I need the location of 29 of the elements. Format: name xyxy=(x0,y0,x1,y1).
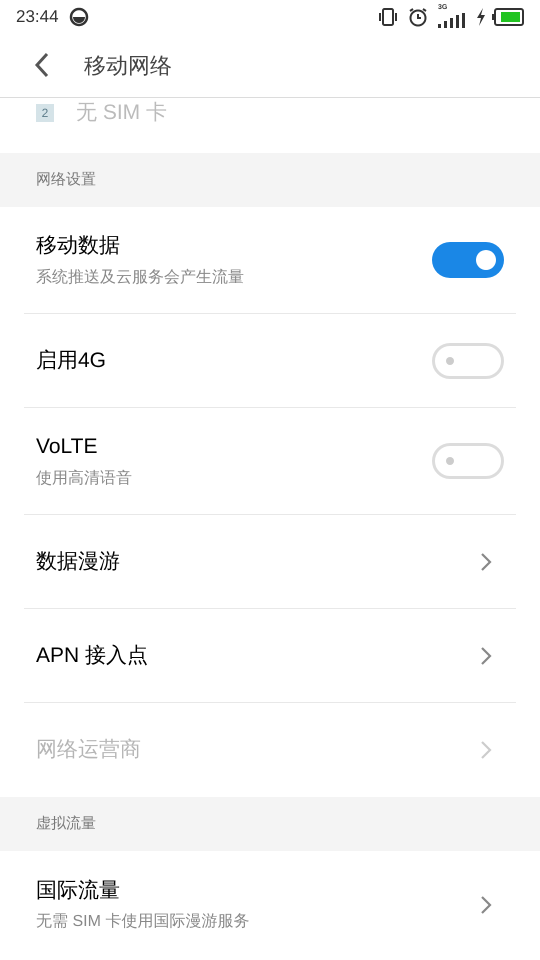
setting-label[interactable]: APN 接入点 xyxy=(36,640,480,672)
app-notification-icon xyxy=(68,6,89,26)
charging-icon xyxy=(476,8,486,26)
section-header: 虚拟流量 xyxy=(0,797,540,851)
chevron-right-icon xyxy=(480,894,492,914)
sim-slot-badge: 2 xyxy=(36,104,54,122)
setting-label[interactable]: VoLTE xyxy=(36,431,432,463)
toggle-switch[interactable] xyxy=(432,242,504,278)
toggle-switch[interactable] xyxy=(432,342,504,378)
sim-status: 无 SIM 卡 xyxy=(76,100,168,126)
chevron-right-icon xyxy=(480,646,492,666)
vibrate-icon xyxy=(378,6,398,26)
setting-label[interactable]: 国际流量 xyxy=(36,874,480,906)
battery-icon xyxy=(492,8,524,26)
setting-description: 使用高清语音 xyxy=(36,468,133,489)
chevron-right-icon xyxy=(480,740,492,760)
setting-description: 无需 SIM 卡使用国际漫游服务 xyxy=(36,912,250,932)
section-header: 网络设置 xyxy=(0,153,540,207)
setting-label[interactable]: 移动数据 xyxy=(36,230,432,262)
chevron-right-icon xyxy=(480,552,492,572)
back-icon xyxy=(34,52,50,78)
setting-description: 系统推送及云服务会产生流量 xyxy=(36,268,245,288)
status-time: 23:44 xyxy=(16,6,59,28)
setting-label[interactable]: 启用4G xyxy=(36,344,432,376)
page-title: 移动网络 xyxy=(84,52,172,80)
signal-icon xyxy=(438,12,466,28)
alarm-icon xyxy=(408,6,428,26)
toggle-switch[interactable] xyxy=(432,443,504,479)
setting-label[interactable]: 数据漫游 xyxy=(36,546,480,578)
